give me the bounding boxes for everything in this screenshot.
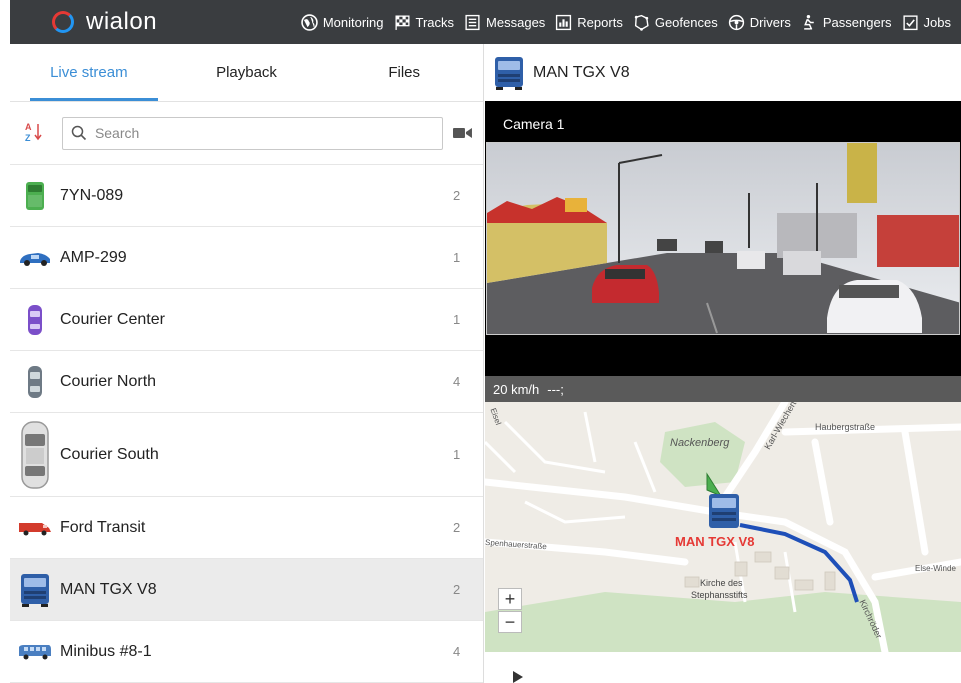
search-box bbox=[61, 116, 444, 150]
unit-row-courier-center[interactable]: Courier Center 1 bbox=[10, 289, 483, 351]
sort-az-icon[interactable]: AZ bbox=[24, 121, 50, 145]
nav-monitoring[interactable]: Monitoring bbox=[301, 13, 384, 31]
passenger-icon bbox=[801, 14, 818, 31]
camera-video-player[interactable]: Camera 1 bbox=[485, 101, 961, 401]
nav-passengers[interactable]: Passengers bbox=[801, 14, 892, 31]
reports-icon bbox=[555, 14, 572, 31]
nav-label: Monitoring bbox=[322, 14, 384, 30]
top-navigation-bar: wialon Monitoring Tracks Messages Report… bbox=[10, 0, 961, 44]
steering-wheel-icon bbox=[728, 14, 745, 31]
unit-name: 7YN-089 bbox=[60, 186, 124, 204]
unit-name: Minibus #8-1 bbox=[60, 642, 152, 660]
map-label-nackenberg: Nackenberg bbox=[670, 437, 730, 449]
white-car-icon bbox=[10, 420, 60, 490]
svg-text:A: A bbox=[25, 122, 32, 132]
tab-files[interactable]: Files bbox=[325, 44, 483, 101]
unit-name: Courier Center bbox=[60, 310, 165, 328]
tab-live-stream[interactable]: Live stream bbox=[10, 44, 168, 101]
globe-icon bbox=[301, 13, 318, 31]
speed-value: 20 km/h bbox=[493, 381, 540, 397]
map-label-kirche: Kirche des bbox=[700, 578, 743, 588]
selected-unit-header: MAN TGX V8 bbox=[485, 44, 961, 101]
unit-camera-count: 2 bbox=[453, 520, 461, 535]
nav-label: Reports bbox=[577, 14, 623, 30]
search-input[interactable] bbox=[94, 125, 425, 141]
unit-name: AMP-299 bbox=[60, 248, 127, 266]
svg-text:Z: Z bbox=[25, 133, 31, 143]
logo-ring-icon bbox=[52, 11, 74, 33]
gray-car-icon bbox=[10, 365, 60, 399]
blue-car-icon bbox=[10, 249, 60, 267]
nav-label: Geofences bbox=[654, 14, 718, 30]
player-controls bbox=[485, 652, 961, 683]
unit-camera-count: 4 bbox=[453, 644, 461, 659]
map-unit-label: MAN TGX V8 bbox=[675, 534, 755, 549]
nav-label: Drivers bbox=[749, 14, 791, 30]
blue-truck-icon bbox=[10, 572, 60, 608]
wialon-logo[interactable]: wialon bbox=[10, 8, 210, 36]
unit-camera-count: 2 bbox=[453, 582, 461, 597]
nav-messages[interactable]: Messages bbox=[464, 14, 545, 31]
nav-label: Messages bbox=[486, 14, 546, 30]
unit-camera-count: 1 bbox=[453, 250, 461, 265]
main-menu: Monitoring Tracks Messages Reports Geofe… bbox=[210, 13, 961, 31]
nav-jobs[interactable]: Jobs bbox=[902, 14, 951, 31]
video-tabs: Live stream Playback Files bbox=[10, 44, 483, 102]
map-label-else: Else-Winde bbox=[915, 564, 956, 573]
unit-name: Ford Transit bbox=[60, 518, 146, 536]
geofence-icon bbox=[633, 14, 650, 31]
unit-row-ford-transit[interactable]: Ford Transit 2 bbox=[10, 497, 483, 559]
unit-row-courier-north[interactable]: Courier North 4 bbox=[10, 351, 483, 413]
play-icon[interactable] bbox=[513, 671, 523, 683]
tab-playback[interactable]: Playback bbox=[168, 44, 326, 101]
unit-video-panel: MAN TGX V8 Camera 1 20 km/h ---; Nackenb… bbox=[485, 44, 961, 683]
unit-camera-count: 1 bbox=[453, 312, 461, 327]
unit-row-courier-south[interactable]: Courier South 1 bbox=[10, 413, 483, 497]
unit-name: Courier South bbox=[60, 445, 159, 463]
messages-icon bbox=[464, 14, 481, 31]
zoom-in-button[interactable]: + bbox=[498, 588, 522, 610]
telemetry-bar: 20 km/h ---; bbox=[485, 376, 961, 402]
purple-car-icon bbox=[10, 304, 60, 336]
selected-unit-title: MAN TGX V8 bbox=[533, 63, 630, 81]
camera-label: Camera 1 bbox=[503, 116, 565, 132]
unit-camera-count: 1 bbox=[453, 447, 461, 462]
zoom-out-button[interactable]: − bbox=[498, 611, 522, 633]
unit-row-amp-299[interactable]: AMP-299 1 bbox=[10, 227, 483, 289]
unit-list-panel: Live stream Playback Files AZ 7YN-089 2 … bbox=[10, 44, 484, 683]
blue-truck-icon bbox=[495, 56, 523, 90]
unit-camera-count: 2 bbox=[453, 188, 461, 203]
nav-drivers[interactable]: Drivers bbox=[728, 14, 791, 31]
nav-tracks[interactable]: Tracks bbox=[394, 14, 455, 31]
unit-row-7yn-089[interactable]: 7YN-089 2 bbox=[10, 165, 483, 227]
nav-label: Passengers bbox=[822, 14, 892, 30]
camera-feed-image bbox=[486, 142, 960, 335]
unit-row-minibus-8-1[interactable]: Minibus #8-1 4 bbox=[10, 621, 483, 683]
nav-geofences[interactable]: Geofences bbox=[633, 14, 718, 31]
unit-map[interactable]: Nackenberg Haubergstraße Karl-Wiechert K… bbox=[485, 402, 961, 652]
green-truck-icon bbox=[10, 181, 60, 211]
telemetry-extra: ---; bbox=[547, 381, 564, 397]
video-camera-icon[interactable] bbox=[453, 126, 473, 140]
unit-name: Courier North bbox=[60, 372, 157, 390]
red-van-icon bbox=[10, 520, 60, 536]
nav-label: Tracks bbox=[415, 14, 455, 30]
minibus-icon bbox=[10, 644, 60, 660]
search-row: AZ bbox=[10, 102, 483, 165]
flag-icon bbox=[394, 14, 411, 31]
search-icon bbox=[71, 125, 87, 141]
unit-row-man-tgx-v8[interactable]: MAN TGX V8 2 bbox=[10, 559, 483, 621]
logo-text: wialon bbox=[86, 8, 158, 35]
unit-list: 7YN-089 2 AMP-299 1 Courier Center 1 Cou… bbox=[10, 165, 483, 683]
unit-name: MAN TGX V8 bbox=[60, 580, 157, 598]
unit-camera-count: 4 bbox=[453, 374, 461, 389]
nav-reports[interactable]: Reports bbox=[555, 14, 623, 31]
nav-label: Jobs bbox=[923, 14, 951, 30]
map-label-stephans: Stephansstifts bbox=[691, 590, 748, 600]
jobs-icon bbox=[902, 14, 919, 31]
map-label-haubergstrasse: Haubergstraße bbox=[815, 422, 876, 432]
